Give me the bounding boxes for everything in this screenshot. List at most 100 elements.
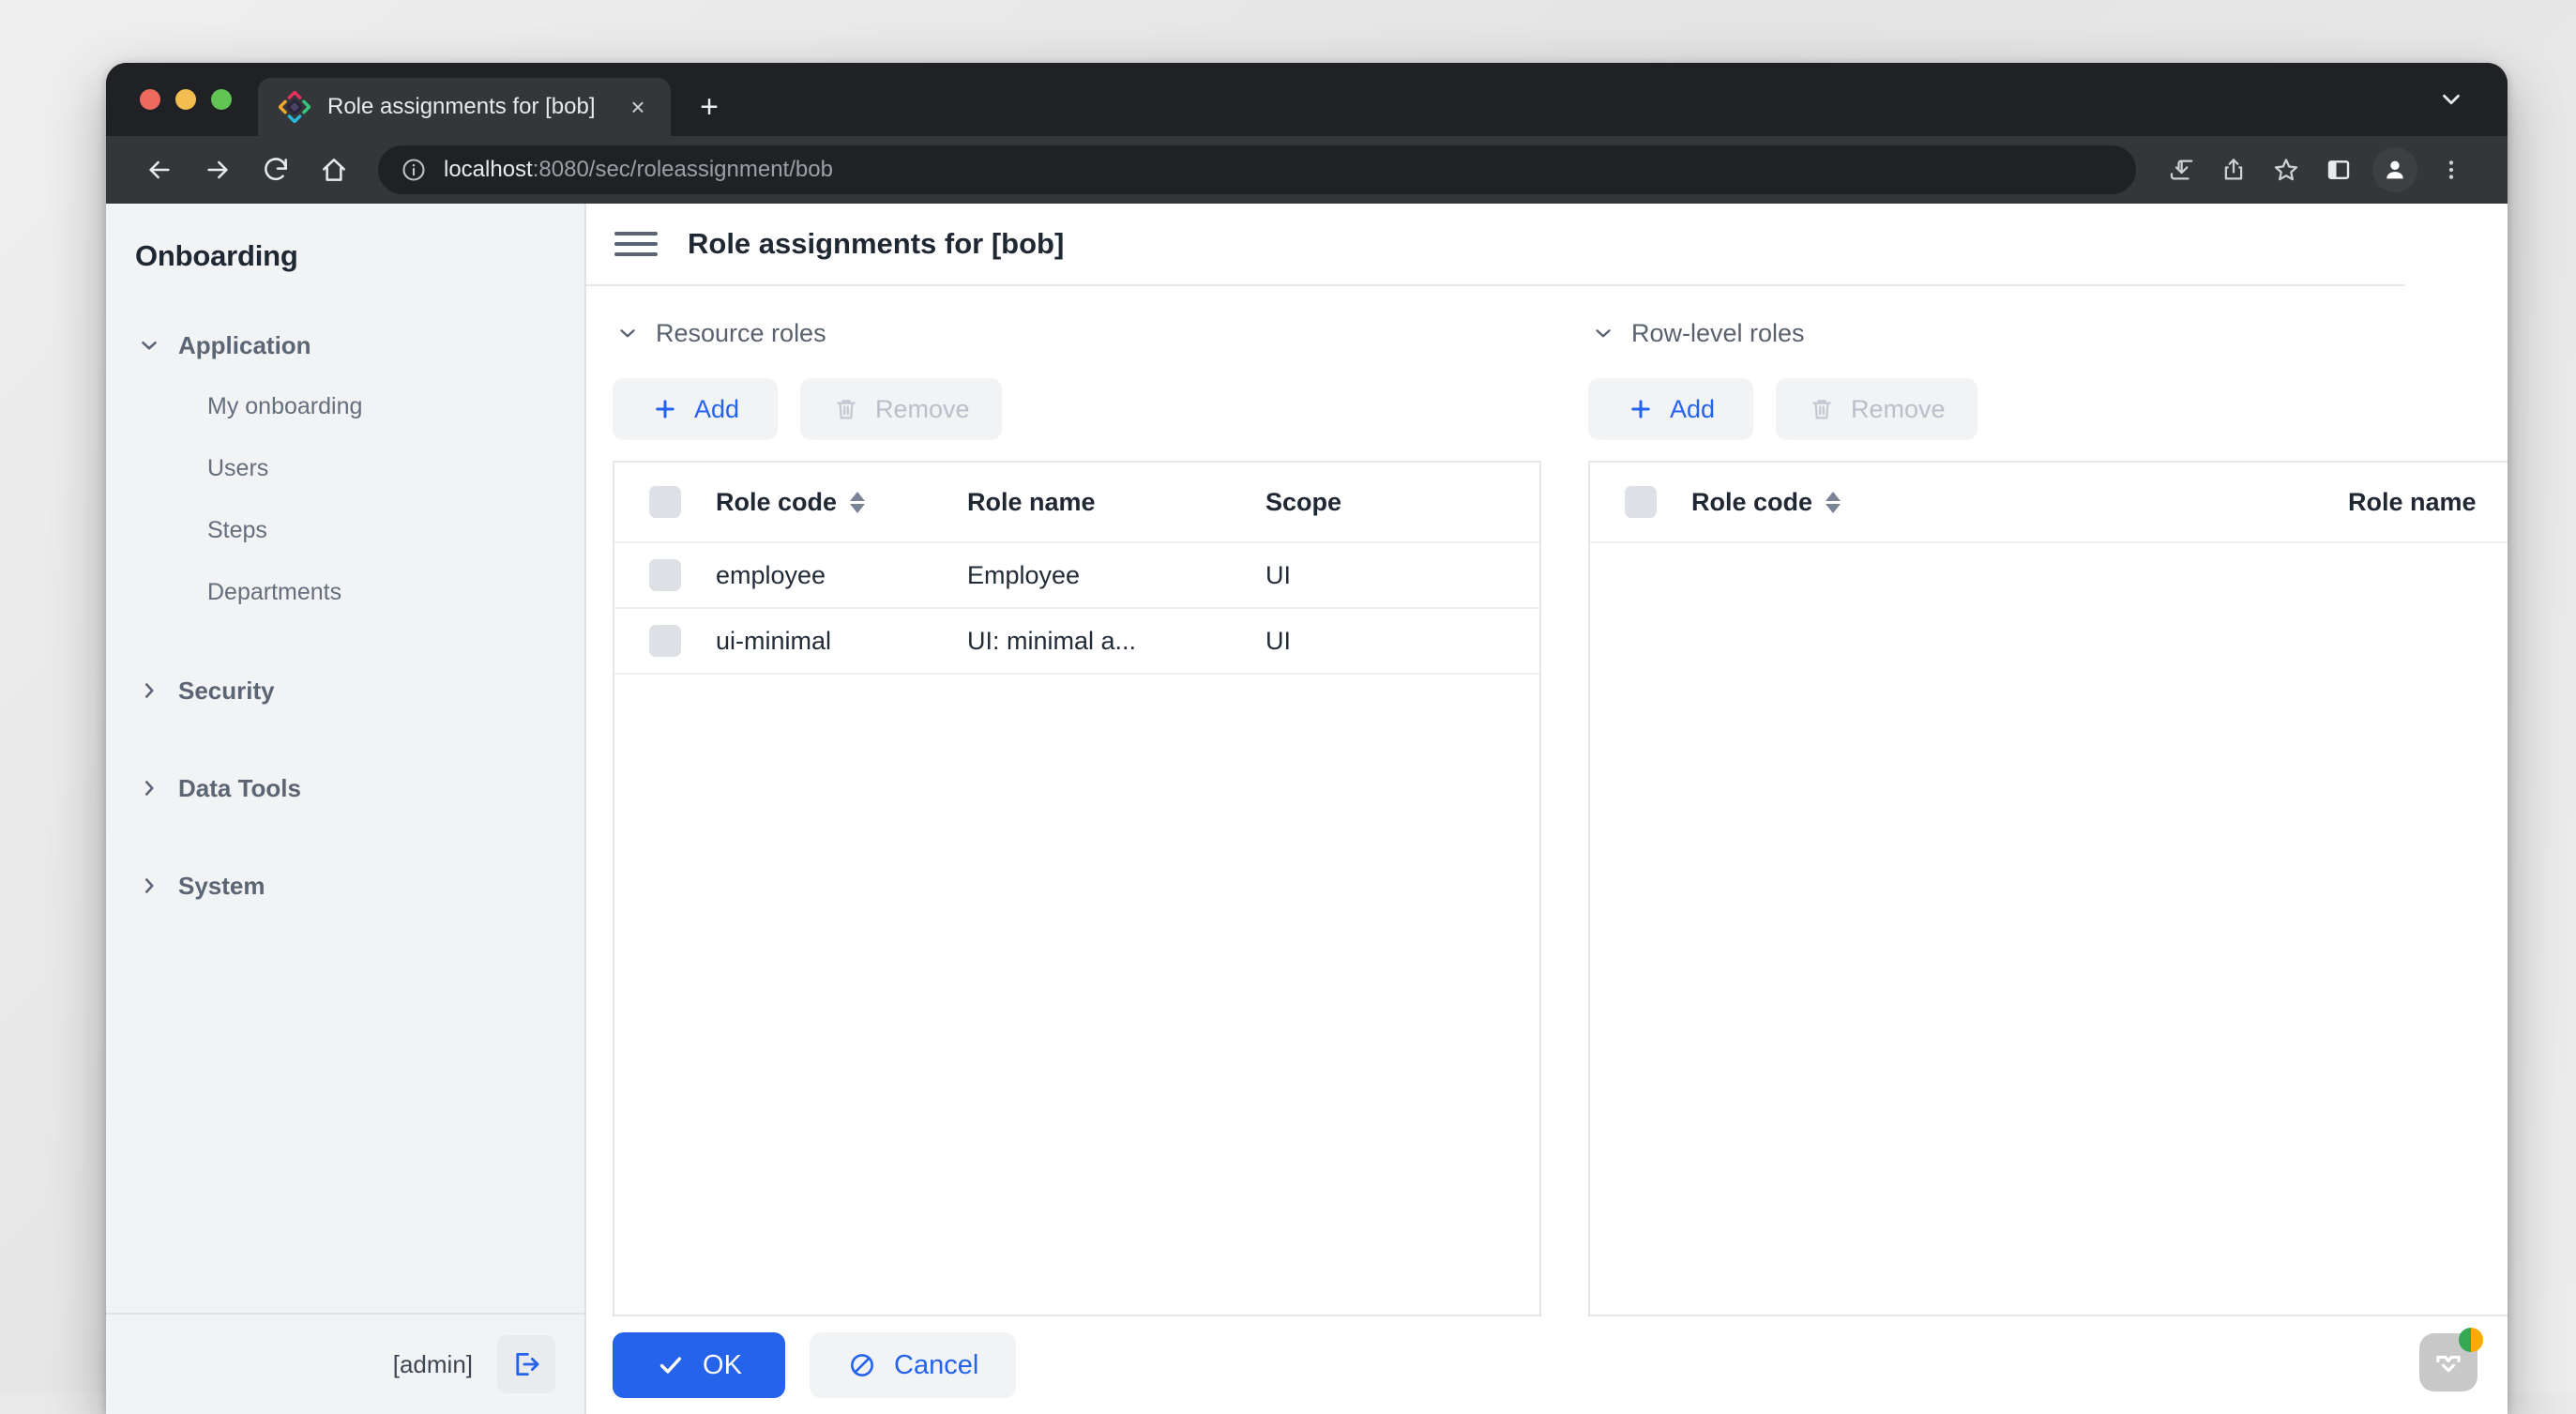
button-label: Remove (875, 395, 970, 424)
sidebar-group-label: Data Tools (178, 774, 301, 803)
forward-icon[interactable] (190, 143, 245, 197)
row-checkbox[interactable] (649, 625, 681, 657)
cancel-button[interactable]: Cancel (810, 1332, 1016, 1398)
button-label: Add (694, 395, 739, 424)
nav-spacer (106, 827, 584, 862)
row-level-roles-panel: Row-level roles Add (1588, 312, 2508, 1316)
row-level-roles-table: Role code Role name (1588, 461, 2508, 1316)
select-all-checkbox-cell[interactable] (614, 486, 716, 518)
cell-role-code: employee (716, 561, 967, 590)
hamburger-icon[interactable] (614, 222, 658, 266)
sidebar-item-departments[interactable]: Departments (106, 570, 584, 615)
remove-row-level-role-button[interactable]: Remove (1776, 378, 1977, 440)
column-header-role-name[interactable]: Role name (967, 488, 1265, 517)
profile-icon[interactable] (2372, 147, 2417, 192)
select-all-checkbox-cell[interactable] (1590, 486, 1691, 518)
home-icon[interactable] (307, 143, 361, 197)
install-icon[interactable] (2157, 145, 2205, 194)
sort-toggle-icon[interactable] (1826, 492, 1841, 513)
page-viewport: Onboarding Application My onboarding Use… (106, 204, 2508, 1414)
sidebar-item-label: My onboarding (207, 393, 362, 420)
table-header-row: Role code Role name Scope (614, 463, 1539, 543)
side-panel-icon[interactable] (2314, 145, 2363, 194)
logout-button[interactable] (497, 1335, 555, 1393)
browser-window: Role assignments for [bob] × + localh (106, 63, 2508, 1414)
sort-toggle-icon[interactable] (850, 492, 865, 513)
browser-toolbar: localhost:8080/sec/roleassignment/bob (106, 136, 2508, 204)
close-tab-button[interactable]: × (620, 89, 656, 125)
sidebar-group-application[interactable]: Application (106, 322, 584, 369)
sidebar-item-label: Departments (207, 579, 341, 606)
row-checkbox-cell[interactable] (614, 559, 716, 591)
sidebar-footer: [admin] (106, 1313, 584, 1414)
sidebar: Onboarding Application My onboarding Use… (106, 204, 586, 1414)
button-label: OK (703, 1350, 742, 1381)
share-icon[interactable] (2209, 145, 2258, 194)
browser-tab[interactable]: Role assignments for [bob] × (258, 78, 671, 136)
column-header-role-code[interactable]: Role code (1691, 488, 2348, 517)
status-dot (2459, 1328, 2483, 1352)
cell-role-code: ui-minimal (716, 627, 967, 656)
select-all-checkbox[interactable] (1625, 486, 1657, 518)
sidebar-nav: Application My onboarding Users Steps De… (106, 322, 584, 1313)
section-title: Row-level roles (1631, 319, 1805, 348)
chevron-right-icon (135, 776, 163, 800)
address-bar[interactable]: localhost:8080/sec/roleassignment/bob (378, 145, 2136, 194)
plus-icon (1627, 395, 1655, 423)
new-tab-button[interactable]: + (684, 82, 735, 132)
sidebar-item-users[interactable]: Users (106, 446, 584, 491)
more-menu-icon[interactable] (2427, 145, 2476, 194)
sidebar-group-label: Application (178, 331, 311, 360)
sidebar-group-security[interactable]: Security (106, 667, 584, 714)
column-header-role-name[interactable]: Role name (2348, 488, 2508, 517)
close-window-button[interactable] (140, 89, 160, 110)
ok-button[interactable]: OK (613, 1332, 785, 1398)
back-icon[interactable] (132, 143, 187, 197)
add-resource-role-button[interactable]: Add (613, 378, 778, 440)
address-bar-url: localhost:8080/sec/roleassignment/bob (444, 157, 833, 183)
row-level-roles-section-header[interactable]: Row-level roles (1588, 312, 2508, 354)
reload-icon[interactable] (249, 143, 303, 197)
resource-roles-toolbar: Add Remove (613, 378, 1541, 440)
sidebar-group-label: System (178, 872, 265, 901)
trash-icon (1808, 395, 1836, 423)
check-icon (656, 1350, 686, 1380)
remove-resource-role-button[interactable]: Remove (800, 378, 1002, 440)
row-checkbox-cell[interactable] (614, 625, 716, 657)
resource-roles-panel: Resource roles Add (613, 312, 1541, 1316)
sidebar-group-data-tools[interactable]: Data Tools (106, 765, 584, 812)
nav-spacer (106, 729, 584, 765)
sidebar-item-label: Steps (207, 517, 267, 544)
chevron-down-icon (613, 321, 643, 345)
table-row[interactable]: employee Employee UI (614, 543, 1539, 609)
table-row[interactable]: ui-minimal UI: minimal a... UI (614, 609, 1539, 675)
sidebar-group-system[interactable]: System (106, 862, 584, 909)
chevron-right-icon (135, 874, 163, 898)
chevron-down-icon[interactable] (2432, 81, 2470, 118)
browser-tab-strip: Role assignments for [bob] × + (106, 63, 2508, 136)
table-header-row: Role code Role name (1590, 463, 2508, 543)
column-header-role-code[interactable]: Role code (716, 488, 967, 517)
chevron-down-icon (1588, 321, 1618, 345)
row-checkbox[interactable] (649, 559, 681, 591)
current-user-label: [admin] (393, 1350, 473, 1379)
resource-roles-section-header[interactable]: Resource roles (613, 312, 1541, 354)
maximize-window-button[interactable] (211, 89, 232, 110)
cell-role-name: Employee (967, 561, 1265, 590)
plus-icon (651, 395, 679, 423)
sidebar-item-steps[interactable]: Steps (106, 508, 584, 553)
section-title: Resource roles (656, 319, 826, 348)
chevron-right-icon (135, 678, 163, 703)
add-row-level-role-button[interactable]: Add (1588, 378, 1753, 440)
cell-role-name: UI: minimal a... (967, 627, 1265, 656)
sidebar-item-my-onboarding[interactable]: My onboarding (106, 384, 584, 429)
select-all-checkbox[interactable] (649, 486, 681, 518)
button-label: Remove (1851, 395, 1946, 424)
assistant-widget-button[interactable] (2419, 1333, 2478, 1391)
column-header-scope[interactable]: Scope (1265, 488, 1539, 517)
bookmark-star-icon[interactable] (2262, 145, 2311, 194)
site-info-icon[interactable] (401, 157, 427, 183)
resource-roles-table: Role code Role name Scope employee Emplo… (613, 461, 1541, 1316)
minimize-window-button[interactable] (175, 89, 196, 110)
page-header: Role assignments for [bob] (586, 204, 2508, 284)
